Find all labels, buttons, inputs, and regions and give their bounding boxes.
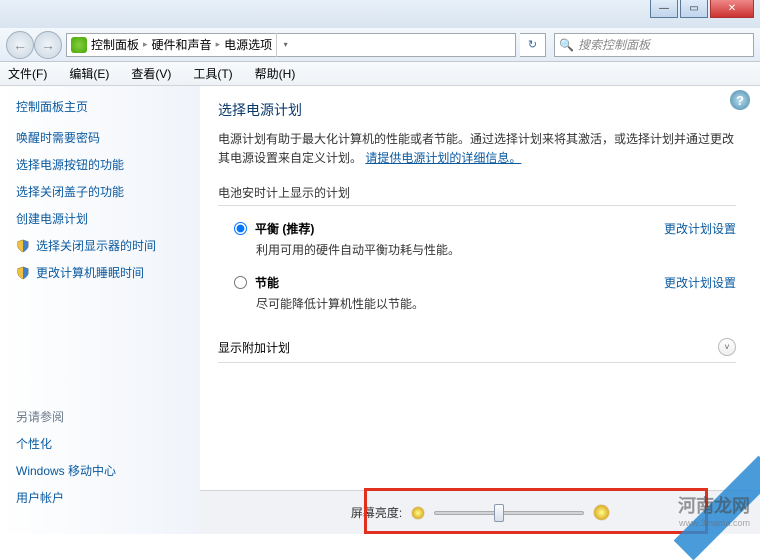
power-plan-1: 节能 更改计划设置: [218, 270, 736, 293]
title-bar: — ▭ ✕: [0, 0, 760, 28]
see-also-link-1[interactable]: Windows 移动中心: [16, 462, 192, 479]
see-also-header: 另请参阅: [16, 408, 192, 425]
plan-name: 节能: [255, 274, 279, 291]
sidebar-task-label: 选择电源按钮的功能: [16, 156, 124, 173]
address-dropdown-icon[interactable]: ▾: [276, 33, 294, 57]
search-icon: 🔍: [559, 38, 574, 52]
menu-view[interactable]: 查看(V): [127, 63, 175, 84]
shield-icon: [16, 239, 30, 253]
page-description: 电源计划有助于最大化计算机的性能或者节能。通过选择计划来将其激活，或选择计划并通…: [218, 130, 736, 168]
address-bar[interactable]: 控制面板 ▸ 硬件和声音 ▸ 电源选项 ▾: [66, 33, 516, 57]
brightness-label: 屏幕亮度:: [351, 504, 402, 521]
main-panel: ? 选择电源计划 电源计划有助于最大化计算机的性能或者节能。通过选择计划来将其激…: [200, 86, 760, 534]
maximize-button[interactable]: ▭: [680, 0, 708, 18]
brightness-slider[interactable]: [434, 511, 584, 515]
breadcrumb-mid[interactable]: 硬件和声音: [152, 36, 212, 53]
control-panel-icon: [71, 37, 87, 53]
help-icon[interactable]: ?: [730, 90, 750, 110]
search-input[interactable]: 🔍 搜索控制面板: [554, 33, 754, 57]
sidebar: 控制面板主页 唤醒时需要密码选择电源按钮的功能选择关闭盖子的功能创建电源计划选择…: [0, 86, 200, 534]
breadcrumb-leaf[interactable]: 电源选项: [224, 36, 272, 53]
shield-icon: [16, 266, 30, 280]
plan-desc: 尽可能降低计算机性能以节能。: [218, 293, 736, 324]
power-plan-0: 平衡 (推荐) 更改计划设置: [218, 216, 736, 239]
minimize-button[interactable]: —: [650, 0, 678, 18]
additional-label: 显示附加计划: [218, 339, 290, 356]
sidebar-task-label: 选择关闭显示器的时间: [36, 237, 156, 254]
close-button[interactable]: ✕: [710, 0, 754, 18]
sidebar-task-label: 更改计算机睡眠时间: [36, 264, 144, 281]
see-also-link-2[interactable]: 用户帐户: [16, 489, 192, 506]
see-also-link-0[interactable]: 个性化: [16, 435, 192, 452]
breadcrumb-sep-icon: ▸: [143, 39, 148, 50]
show-additional-plans[interactable]: 显示附加计划 ˅: [218, 332, 736, 363]
breadcrumb-root[interactable]: 控制面板: [91, 36, 139, 53]
sidebar-task-label: 唤醒时需要密码: [16, 129, 100, 146]
sidebar-task-5[interactable]: 更改计算机睡眠时间: [16, 264, 192, 281]
brightness-bar: 屏幕亮度:: [200, 490, 760, 534]
window-buttons: — ▭ ✕: [650, 0, 754, 18]
sun-dim-icon: [412, 507, 424, 519]
sidebar-task-label: 创建电源计划: [16, 210, 88, 227]
battery-plans-header: 电池安时计上显示的计划: [218, 180, 736, 206]
nav-bar: ← → 控制面板 ▸ 硬件和声音 ▸ 电源选项 ▾ ↻ 🔍 搜索控制面板: [0, 28, 760, 62]
plan-name: 平衡 (推荐): [255, 220, 314, 237]
control-panel-home-link[interactable]: 控制面板主页: [16, 98, 192, 115]
back-button[interactable]: ←: [6, 31, 34, 59]
sidebar-task-2[interactable]: 选择关闭盖子的功能: [16, 183, 192, 200]
sidebar-task-label: 选择关闭盖子的功能: [16, 183, 124, 200]
forward-button[interactable]: →: [34, 31, 62, 59]
page-title: 选择电源计划: [218, 100, 736, 120]
change-plan-settings-link[interactable]: 更改计划设置: [664, 274, 736, 291]
plan-radio-1[interactable]: [234, 276, 247, 289]
sidebar-task-3[interactable]: 创建电源计划: [16, 210, 192, 227]
sun-bright-icon: [594, 505, 609, 520]
refresh-button[interactable]: ↻: [520, 33, 546, 57]
breadcrumb-sep-icon: ▸: [216, 39, 221, 50]
expand-icon[interactable]: ˅: [718, 338, 736, 356]
change-plan-settings-link[interactable]: 更改计划设置: [664, 220, 736, 237]
menu-bar: 文件(F) 编辑(E) 查看(V) 工具(T) 帮助(H): [0, 62, 760, 86]
menu-edit[interactable]: 编辑(E): [65, 63, 113, 84]
more-info-link[interactable]: 请提供电源计划的详细信息。: [365, 151, 521, 165]
plan-radio-0[interactable]: [234, 222, 247, 235]
menu-help[interactable]: 帮助(H): [251, 63, 300, 84]
search-placeholder: 搜索控制面板: [578, 36, 650, 53]
menu-tools[interactable]: 工具(T): [189, 63, 236, 84]
plan-desc: 利用可用的硬件自动平衡功耗与性能。: [218, 239, 736, 270]
sidebar-task-1[interactable]: 选择电源按钮的功能: [16, 156, 192, 173]
menu-file[interactable]: 文件(F): [4, 63, 51, 84]
sidebar-task-0[interactable]: 唤醒时需要密码: [16, 129, 192, 146]
sidebar-task-4[interactable]: 选择关闭显示器的时间: [16, 237, 192, 254]
brightness-thumb[interactable]: [494, 504, 504, 522]
